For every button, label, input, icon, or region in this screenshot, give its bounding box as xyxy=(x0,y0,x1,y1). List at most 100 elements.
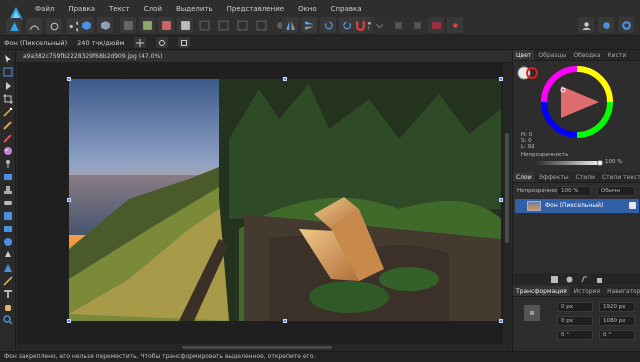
selection-intersect-button[interactable] xyxy=(253,17,269,33)
fill-stroke-swatch[interactable] xyxy=(517,64,539,82)
mask-icon[interactable] xyxy=(566,276,573,283)
transform-width-field[interactable]: 1920 px xyxy=(599,302,635,312)
opacity-slider[interactable] xyxy=(535,161,599,165)
fx-icon[interactable] xyxy=(581,276,588,283)
hand-tool[interactable] xyxy=(3,302,13,312)
vertical-scroll-thumb[interactable] xyxy=(505,133,509,243)
auto-levels-button[interactable] xyxy=(120,17,136,33)
layer-name: Фон (Пиксельный) xyxy=(545,202,604,209)
transform-rotation-field[interactable]: 0 ° xyxy=(557,330,593,340)
zoom-tool[interactable] xyxy=(3,315,13,325)
menu-edit[interactable]: Правка xyxy=(61,2,102,16)
gradient-tool[interactable] xyxy=(3,276,13,286)
view-mode-button[interactable] xyxy=(78,17,94,33)
vertical-scrollbar[interactable] xyxy=(503,63,511,344)
toolbar-button-1[interactable] xyxy=(390,17,406,33)
tab-transform[interactable]: Трансформация xyxy=(513,286,570,296)
rectangle-tool[interactable] xyxy=(3,224,13,234)
dodge-tool[interactable] xyxy=(3,159,13,169)
selection-handle-bottom[interactable] xyxy=(283,319,287,323)
pixel-tool[interactable] xyxy=(3,133,13,143)
selection-handle-left[interactable] xyxy=(67,198,71,202)
transform-shear-field[interactable]: 0 ° xyxy=(599,330,635,340)
flip-vertical-button[interactable] xyxy=(301,17,317,33)
trash-icon[interactable] xyxy=(596,276,603,283)
menu-file[interactable]: Файл xyxy=(28,2,61,16)
tab-layers[interactable]: Слои xyxy=(513,172,535,182)
flip-horizontal-button[interactable] xyxy=(282,17,298,33)
paint-brush-tool[interactable] xyxy=(3,120,13,130)
menu-select[interactable]: Выделить xyxy=(169,2,220,16)
hdr-button[interactable] xyxy=(97,17,113,33)
menu-help[interactable]: Справка xyxy=(324,2,369,16)
horizontal-scroll-thumb[interactable] xyxy=(182,346,332,349)
menu-view[interactable]: Представление xyxy=(220,2,291,16)
rotate-button[interactable] xyxy=(156,37,169,48)
assistant-button[interactable] xyxy=(428,17,444,33)
tab-brushes[interactable]: Кисти xyxy=(604,50,629,60)
selection-handle-top[interactable] xyxy=(283,77,287,81)
transform-y-field[interactable]: 0 px xyxy=(557,316,593,326)
move-tool[interactable] xyxy=(3,54,13,64)
transform-x-field[interactable]: 0 px xyxy=(557,302,593,312)
tab-color[interactable]: Цвет xyxy=(513,50,535,60)
selection-mode-button[interactable] xyxy=(196,17,212,33)
tab-effects[interactable]: Эффекты xyxy=(536,172,572,182)
document-tab[interactable]: a9a382c759fb2228329f68b2d909.jpg (47.0%) xyxy=(17,51,511,63)
auto-colors-button[interactable] xyxy=(158,17,174,33)
anchor-point-icon[interactable] xyxy=(523,304,541,322)
selection-subtract-button[interactable] xyxy=(234,17,250,33)
layer-row[interactable]: Фон (Пиксельный) xyxy=(515,199,639,213)
tab-navigator[interactable]: Навигатор xyxy=(604,286,640,296)
add-layer-icon[interactable] xyxy=(550,275,558,283)
blend-mode-select[interactable]: Обычн xyxy=(597,186,635,196)
auto-contrast-button[interactable] xyxy=(139,17,155,33)
transform-height-field[interactable]: 1080 px xyxy=(599,316,635,326)
tab-swatches[interactable]: Образцы xyxy=(535,50,569,60)
status-text: Фон закреплено, его нельзя переместить. … xyxy=(4,353,316,360)
menu-layer[interactable]: Слой xyxy=(137,2,169,16)
transform-origin-button[interactable] xyxy=(134,37,147,48)
settings-button[interactable] xyxy=(618,17,634,33)
opacity-slider-knob[interactable] xyxy=(597,160,603,166)
selection-handle-bottom-left[interactable] xyxy=(67,319,71,323)
layer-visibility-checkbox[interactable] xyxy=(629,202,636,209)
tab-stroke[interactable]: Обводка xyxy=(570,50,603,60)
ellipse-tool[interactable] xyxy=(3,237,13,247)
user-account-button[interactable] xyxy=(578,17,594,33)
inpainting-tool[interactable] xyxy=(3,211,13,221)
tab-text-styles[interactable]: Стили текста xyxy=(599,172,640,182)
image-tool[interactable] xyxy=(3,172,13,182)
selection-brush-tool[interactable] xyxy=(3,81,13,91)
rotate-ccw-button[interactable] xyxy=(320,17,336,33)
flood-select-tool[interactable] xyxy=(3,107,13,117)
auto-white-balance-button[interactable] xyxy=(177,17,193,33)
healing-tool[interactable] xyxy=(3,198,13,208)
crop-tool[interactable] xyxy=(3,94,13,104)
menu-window[interactable]: Окно xyxy=(291,2,324,16)
snapping-button[interactable] xyxy=(352,17,368,33)
shape-tool[interactable] xyxy=(3,263,13,273)
document-image[interactable] xyxy=(69,79,501,321)
assistant-options-button[interactable] xyxy=(447,17,463,33)
liquify-persona-button[interactable] xyxy=(26,18,42,34)
toolbar-button-2[interactable] xyxy=(409,17,425,33)
menu-text[interactable]: Текст xyxy=(102,2,137,16)
color-wheel[interactable] xyxy=(541,66,613,138)
layer-opacity-field[interactable]: 100 % xyxy=(557,186,591,196)
view-tool[interactable] xyxy=(3,67,13,77)
selection-handle-top-left[interactable] xyxy=(67,77,71,81)
color-picker-tool[interactable] xyxy=(3,146,13,156)
horizontal-scrollbar[interactable] xyxy=(17,344,511,351)
clone-tool[interactable] xyxy=(3,185,13,195)
pen-tool[interactable] xyxy=(3,250,13,260)
develop-persona-button[interactable] xyxy=(46,18,62,34)
tab-history[interactable]: История xyxy=(571,286,603,296)
tab-styles[interactable]: Стили xyxy=(573,172,598,182)
transform-button[interactable] xyxy=(178,37,191,48)
text-tool[interactable] xyxy=(3,289,13,299)
studio-link-button[interactable] xyxy=(598,17,614,33)
selection-add-button[interactable] xyxy=(215,17,231,33)
snapping-options-button[interactable] xyxy=(371,17,387,33)
photo-persona-button[interactable] xyxy=(6,18,22,34)
